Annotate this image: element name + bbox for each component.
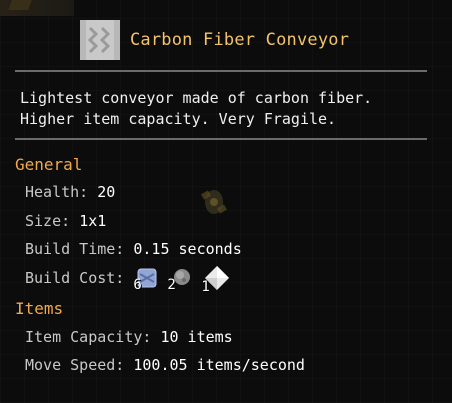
stat-value: 1x1 (79, 212, 107, 230)
block-info-panel: Carbon Fiber Conveyor Lightest conveyor … (0, 0, 452, 403)
stat-label: Item Capacity: (25, 328, 152, 346)
block-description: Lightest conveyor made of carbon fiber. … (20, 89, 373, 128)
block-header: Carbon Fiber Conveyor (80, 20, 349, 60)
cost-amount: 1 (201, 279, 210, 295)
stat-health: Health: 20 (25, 181, 115, 203)
stat-value: 100.05 items/second (133, 356, 305, 374)
drone-icon (201, 190, 227, 214)
stat-move-speed: Move Speed: 100.05 items/second (25, 354, 305, 376)
stat-value: 20 (97, 183, 116, 201)
stat-label: Move Speed: (25, 356, 125, 374)
stat-item-capacity: Item Capacity: 10 items (25, 326, 233, 348)
cost-carbon-fiber: 6 (133, 266, 159, 293)
stat-build-cost: Build Cost: 6 2 1 (25, 264, 231, 295)
stat-size: Size: 1x1 (25, 210, 106, 232)
section-items-heading: Items (15, 299, 64, 318)
cost-amount: 6 (133, 277, 142, 293)
stat-build-time: Build Time: 0.15 seconds (25, 238, 242, 260)
stat-value: 0.15 seconds (133, 240, 242, 258)
section-general-heading: General (15, 155, 83, 174)
stat-label: Build Time: (25, 240, 125, 258)
block-title: Carbon Fiber Conveyor (130, 30, 350, 50)
background-decoration (0, 0, 74, 16)
header-divider (15, 70, 427, 72)
cost-metal-ore: 2 (167, 266, 193, 293)
cost-amount: 2 (167, 277, 176, 293)
stat-label: Health: (25, 183, 89, 201)
cost-crystal: 1 (201, 264, 231, 295)
conveyor-block-icon (80, 20, 120, 60)
stat-value: 10 items (160, 328, 233, 346)
stat-label: Build Cost: (25, 269, 125, 287)
description-divider (15, 138, 427, 140)
stat-label: Size: (25, 212, 71, 230)
